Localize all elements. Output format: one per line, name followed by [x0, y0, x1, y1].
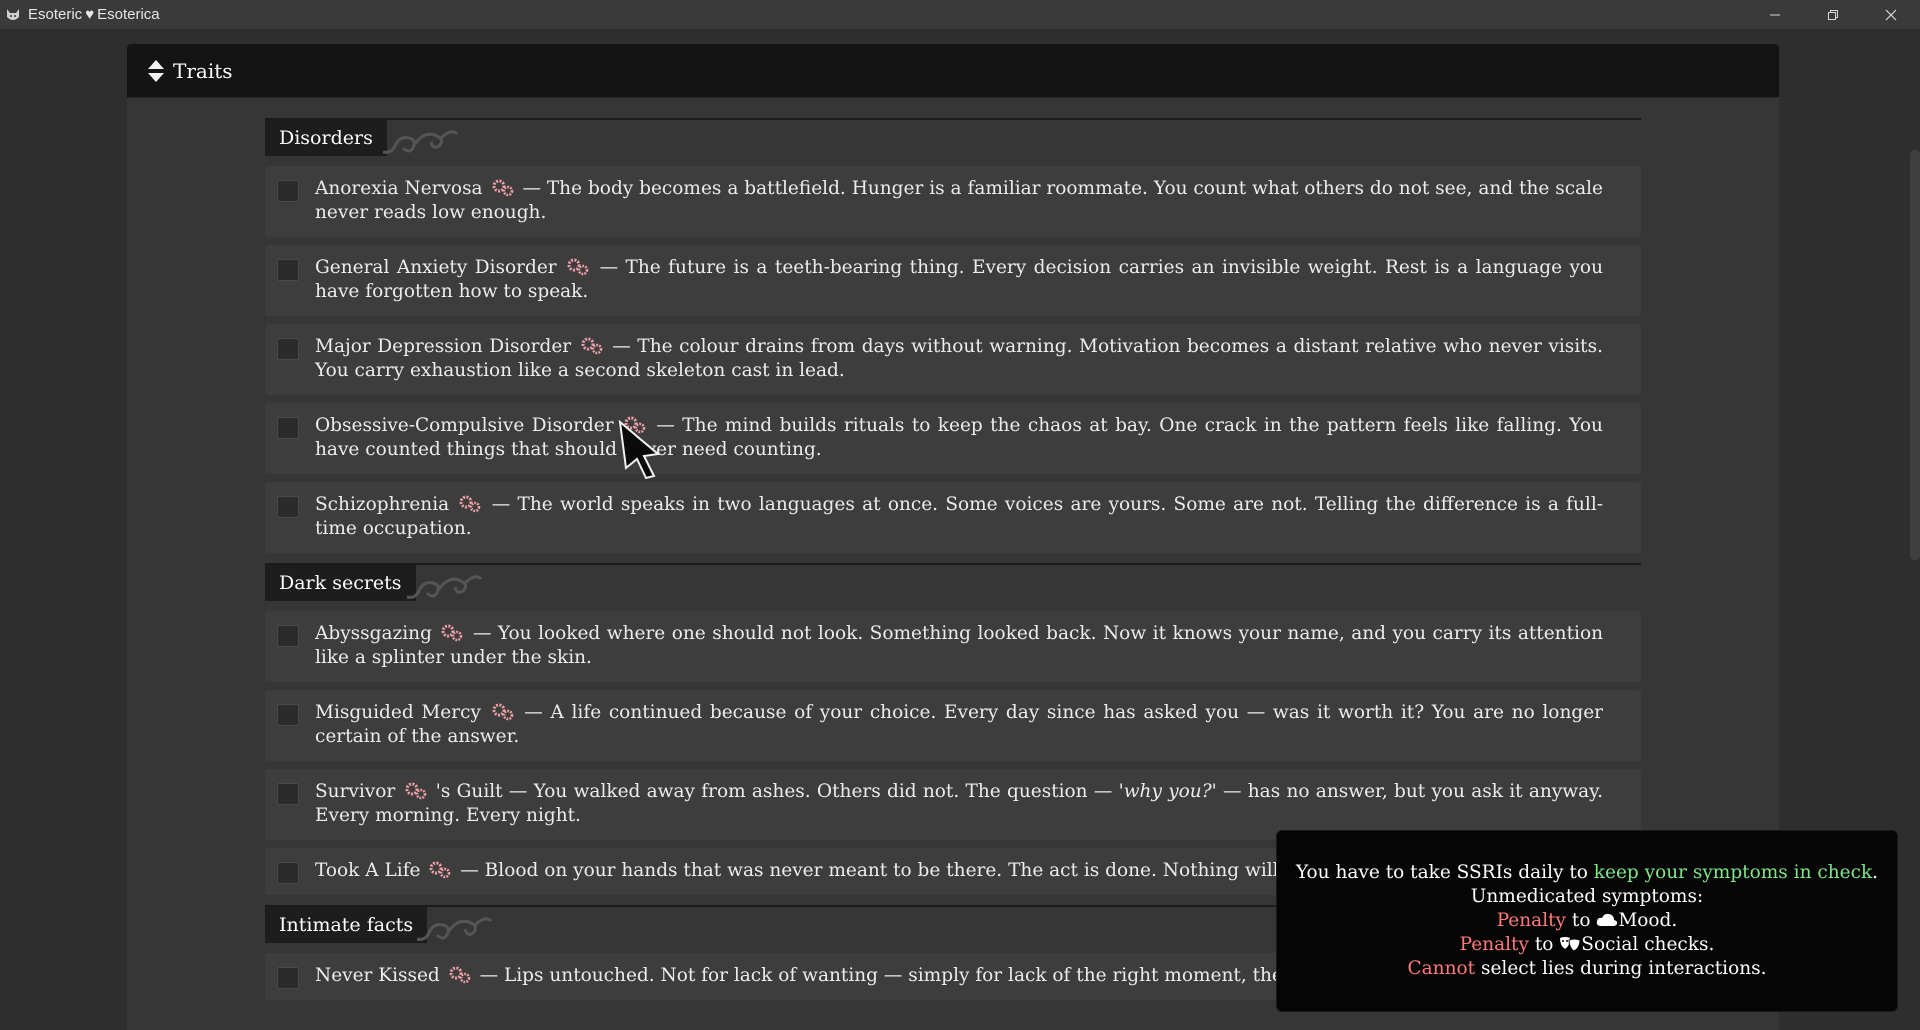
trait-checkbox[interactable] [277, 625, 299, 647]
trait-name: Took A Life [315, 860, 421, 881]
mouse-cursor-icon [618, 420, 661, 480]
tooltip-text: . [1872, 862, 1879, 883]
tooltip-text: select lies during interactions. [1475, 958, 1767, 979]
window-title-right: Esoterica [97, 6, 160, 23]
panel-title: Traits [173, 58, 233, 83]
trait-name: Never Kissed [315, 965, 440, 986]
trait-tooltip: You have to take SSRIs daily to keep you… [1276, 830, 1898, 1012]
window-title-left: Esoteric [28, 6, 83, 23]
flourish-ornament-icon [406, 575, 483, 599]
trait-name: Abyssgazing [315, 623, 432, 644]
trait-name: General Anxiety Disorder [315, 257, 557, 278]
trait-name: Survivor [315, 781, 396, 802]
gears-icon [441, 624, 463, 642]
trait-description: — You walked away from ashes. Others did… [508, 781, 1119, 802]
trait-checkbox[interactable] [277, 259, 299, 281]
cat-mask-icon [4, 6, 22, 24]
trait-row-schizophrenia[interactable]: Schizophrenia — The world speaks in two … [265, 482, 1641, 553]
gears-icon [492, 179, 513, 197]
tooltip-line-5: Cannot select lies during interactions. [1277, 957, 1897, 981]
trait-checkbox[interactable] [277, 417, 299, 439]
trait-row-misguided-mercy[interactable]: Misguided Mercy — A life continued becau… [265, 690, 1641, 761]
tooltip-line-4: Penalty to Social checks. [1277, 933, 1897, 957]
section-title: Disorders [265, 120, 387, 156]
trait-checkbox[interactable] [277, 967, 299, 989]
tooltip-text: to [1566, 910, 1597, 931]
tooltip-penalty: Penalty [1459, 934, 1529, 955]
trait-description: — Blood on your hands that was never mea… [460, 860, 1359, 881]
flourish-ornament-icon [382, 130, 459, 154]
tooltip-text: You have to take SSRIs daily to [1295, 862, 1594, 883]
tooltip-highlight: keep your symptoms in check [1593, 862, 1873, 883]
trait-description: — You looked where one should not look. … [315, 623, 1603, 668]
maximize-button[interactable] [1804, 0, 1862, 29]
trait-description: — Lips untouched. Not for lack of wantin… [479, 965, 1353, 986]
trait-checkbox[interactable] [277, 704, 299, 726]
gears-icon [449, 966, 470, 984]
trait-description-italic: 'why you?' [1118, 781, 1217, 802]
tooltip-penalty: Cannot [1407, 958, 1476, 979]
trait-checkbox[interactable] [277, 862, 299, 884]
tooltip-penalty: Penalty [1496, 910, 1566, 931]
masks-icon [1560, 937, 1581, 952]
window-titlebar: Esoteric ♥ Esoterica [0, 0, 1920, 29]
trait-checkbox[interactable] [277, 496, 299, 518]
trait-name: Anorexia Nervosa [315, 178, 483, 199]
tooltip-line-1: You have to take SSRIs daily to keep you… [1277, 861, 1897, 885]
section-divider [265, 563, 1641, 565]
gears-icon [567, 258, 589, 276]
scrollbar-thumb[interactable] [1910, 150, 1920, 560]
trait-description: — The world speaks in two languages at o… [315, 494, 1604, 539]
tooltip-line-2: Unmedicated symptoms: [1470, 886, 1704, 907]
section-title: Dark secrets [265, 565, 416, 601]
tooltip-line-3: Penalty to Mood. [1277, 909, 1897, 933]
sort-icon[interactable] [147, 59, 165, 83]
tooltip-text: to [1528, 934, 1560, 955]
cloud-icon [1597, 913, 1618, 926]
trait-row-abyssgazing[interactable]: Abyssgazing — You looked where one shoul… [265, 611, 1641, 682]
trait-checkbox[interactable] [277, 783, 299, 805]
minimize-button[interactable] [1746, 0, 1804, 29]
window-controls [1746, 0, 1920, 29]
close-button[interactable] [1862, 0, 1920, 29]
flourish-ornament-icon [416, 917, 493, 941]
section-title: Intimate facts [265, 907, 428, 943]
trait-name: Major Depression Disorder [315, 336, 572, 357]
trait-name: Obsessive-Compulsive Disorder [315, 415, 614, 436]
gears-icon [429, 861, 451, 879]
gears-icon [459, 495, 481, 513]
gears-icon [581, 337, 603, 355]
trait-row-ocd[interactable]: Obsessive-Compulsive Disorder — The mind… [265, 403, 1641, 474]
heart-icon: ♥ [85, 6, 95, 23]
gears-icon [492, 703, 513, 721]
trait-row-anxiety[interactable]: General Anxiety Disorder — The future is… [265, 245, 1641, 316]
section-header-dark-secrets: Dark secrets [265, 563, 1641, 603]
section-header-disorders: Disorders [265, 118, 1641, 158]
trait-name: Schizophrenia [315, 494, 450, 515]
trait-checkbox[interactable] [277, 338, 299, 360]
trait-checkbox[interactable] [277, 180, 299, 202]
panel-header[interactable]: Traits [127, 44, 1779, 98]
section-divider [265, 118, 1641, 120]
trait-name-suffix: 's Guilt [435, 781, 503, 802]
trait-row-depression[interactable]: Major Depression Disorder — The colour d… [265, 324, 1641, 395]
trait-name: Misguided Mercy [315, 702, 481, 723]
tooltip-text: Mood. [1618, 910, 1678, 931]
gears-icon [405, 782, 426, 800]
trait-row-anorexia[interactable]: Anorexia Nervosa — The body becomes a ba… [265, 166, 1641, 237]
tooltip-text: Social checks. [1581, 934, 1715, 955]
